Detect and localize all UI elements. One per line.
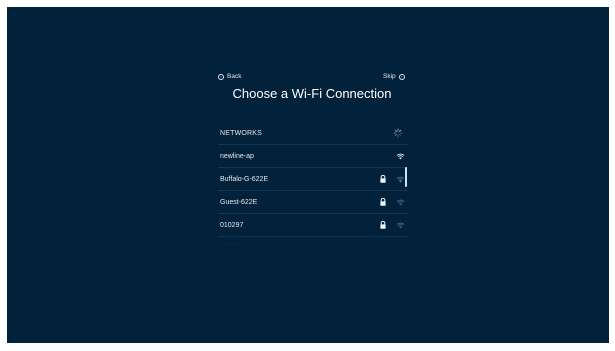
network-list: NETWORKS newline-ap Buffalo-G-622E Guest…: [218, 122, 408, 237]
back-arrow-icon: ‹: [218, 73, 224, 80]
wifi-icon: [396, 222, 405, 228]
networks-header-label: NETWORKS: [220, 129, 263, 137]
network-item-buffalo-g-622e[interactable]: Buffalo-G-622E: [218, 168, 408, 191]
network-item-newline-ap[interactable]: newline-ap: [218, 145, 408, 168]
skip-label: Skip: [383, 73, 396, 80]
wifi-icon: [396, 176, 405, 182]
lock-icon: [380, 220, 386, 229]
skip-arrow-icon: ›: [398, 73, 405, 80]
loading-spinner-icon: [393, 128, 403, 138]
skip-button[interactable]: Skip ›: [383, 73, 405, 80]
back-button[interactable]: ‹ Back: [218, 73, 241, 80]
setup-screen: ‹ Back Skip › Choose a Wi-Fi Connection …: [7, 7, 609, 343]
scrollbar-thumb[interactable]: [405, 167, 407, 187]
page-title: Choose a Wi-Fi Connection: [232, 86, 392, 101]
back-label: Back: [227, 73, 242, 80]
network-name: Guest-622E: [220, 198, 258, 206]
lock-icon: [380, 174, 386, 183]
network-name: Buffalo-G-622E: [220, 175, 269, 183]
network-name: newline-ap: [220, 152, 254, 160]
network-name: 010297: [220, 221, 244, 229]
network-item-guest-622e[interactable]: Guest-622E: [218, 191, 408, 214]
networks-header: NETWORKS: [218, 122, 408, 145]
wifi-icon: [396, 153, 405, 159]
network-item-010297[interactable]: 010297: [218, 214, 408, 237]
lock-icon: [380, 197, 386, 206]
partially-visible-network: · · · · ·: [220, 241, 240, 248]
wifi-icon: [396, 199, 405, 205]
